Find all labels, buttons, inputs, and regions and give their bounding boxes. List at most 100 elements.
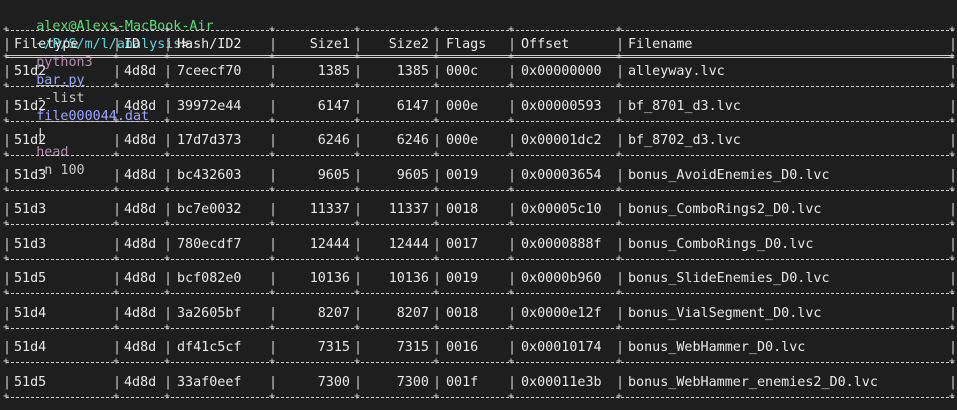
border-corner: + bbox=[433, 114, 440, 126]
row-separator: + + + + + + + + + bbox=[3, 218, 955, 229]
column-header: Flags bbox=[446, 37, 487, 52]
table-row[interactable]: | | | | | | | | | 51d2 4d8d 39972e44 6147 6147 000e 0x0… bbox=[3, 98, 957, 116]
table-header-row: | | | | | | | | | Filetype ID Hash/ID2 Size1 Size2 Fla… bbox=[3, 36, 957, 54]
table-row[interactable]: | | | | | | | | | 51d3 4d8d 780ecdf7 12444 12444 0017 0… bbox=[3, 236, 957, 254]
border-corner: + bbox=[354, 149, 361, 160]
column-separator: | bbox=[616, 305, 625, 321]
column-separator: | bbox=[164, 202, 173, 217]
column-separator: | bbox=[616, 64, 625, 79]
border-corner: + bbox=[164, 287, 171, 298]
column-separator: | bbox=[113, 236, 122, 252]
table-cell: 0019 bbox=[446, 271, 479, 286]
column-separator: | bbox=[508, 340, 517, 355]
border-corner: + bbox=[164, 51, 171, 62]
terminal-window[interactable]: alex@Alexs-MacBook-Air ~/P/S/m/l/analysi… bbox=[2, 0, 957, 410]
column-separator: | bbox=[433, 167, 442, 183]
table-cell: 51d3 bbox=[14, 167, 47, 183]
column-separator: | bbox=[508, 133, 517, 148]
row-separator: + + + + + + + + + bbox=[3, 252, 955, 264]
border-corner: + bbox=[949, 287, 956, 298]
column-separator: | bbox=[508, 98, 517, 114]
column-separator: | bbox=[113, 374, 122, 390]
column-separator: | bbox=[3, 167, 12, 183]
border-corner: + bbox=[949, 149, 956, 160]
table-cell: bcf082e0 bbox=[177, 271, 242, 286]
border-corner: + bbox=[354, 183, 361, 195]
table-row[interactable]: | | | | | | | | | 51d3 4d8d bc432603 9605 9605 0019 0x0… bbox=[3, 167, 957, 185]
border-corner: + bbox=[433, 80, 440, 91]
table-cell: 51d5 bbox=[14, 374, 47, 390]
border-corner: + bbox=[433, 356, 440, 367]
border-corner: + bbox=[616, 252, 623, 264]
column-separator: | bbox=[433, 305, 442, 321]
border-corner: + bbox=[354, 321, 361, 333]
column-separator: | bbox=[3, 340, 12, 355]
column-header: Size2 bbox=[388, 37, 429, 52]
border-corner: + bbox=[3, 356, 10, 367]
table-cell: 001f bbox=[446, 374, 479, 390]
border-corner: + bbox=[3, 183, 10, 195]
column-separator: | bbox=[113, 271, 122, 286]
column-header: Hash/ID2 bbox=[177, 37, 242, 52]
column-separator: | bbox=[949, 133, 957, 148]
table-row[interactable]: | | | | | | | | | 51d5 4d8d bcf082e0 10136 10136 0019 0… bbox=[3, 270, 957, 288]
table-cell: 1385 bbox=[317, 64, 350, 79]
border-corner: + bbox=[354, 51, 361, 62]
column-header: Offset bbox=[521, 37, 570, 52]
column-separator: | bbox=[164, 271, 173, 286]
column-separator: | bbox=[616, 340, 625, 355]
border-corner: + bbox=[113, 218, 120, 229]
border-corner: + bbox=[616, 321, 623, 333]
table-row[interactable]: | | | | | | | | | 51d2 4d8d 17d7d373 6246 6246 000e 0x0… bbox=[3, 132, 957, 150]
table-cell: bc432603 bbox=[177, 167, 242, 183]
table-row[interactable]: | | | | | | | | | 51d2 4d8d 7ceecf70 1385 1385 000c 0x0… bbox=[3, 63, 957, 81]
table-cell: df41c5cf bbox=[177, 340, 242, 355]
table-row[interactable]: | | | | | | | | | 51d5 4d8d 33af0eef 7300 7300 001f 0x0… bbox=[3, 374, 957, 392]
command-line: alex@Alexs-MacBook-Air ~/P/S/m/l/analysi… bbox=[4, 0, 213, 178]
table-cell: 8207 bbox=[396, 305, 429, 321]
column-separator: | bbox=[616, 236, 625, 252]
column-header: ID bbox=[124, 37, 141, 52]
border-corner: + bbox=[433, 321, 440, 333]
table-cell: 9605 bbox=[396, 167, 429, 183]
table-cell: 4d8d bbox=[124, 374, 157, 390]
table-cell: 11337 bbox=[309, 202, 350, 217]
border-corner: + bbox=[616, 390, 623, 402]
table-row[interactable]: | | | | | | | | | 51d3 4d8d bc7e0032 11337 11337 0018 0… bbox=[3, 201, 957, 219]
table-cell: 0x00010174 bbox=[521, 340, 602, 355]
border-corner: + bbox=[164, 390, 171, 402]
border-corner: + bbox=[3, 149, 10, 160]
table-cell: 8207 bbox=[317, 305, 350, 321]
border-corner: + bbox=[113, 390, 120, 402]
column-separator: | bbox=[113, 133, 122, 148]
border-corner: + bbox=[269, 149, 276, 160]
table-cell: 000e bbox=[446, 133, 479, 148]
column-header: Filetype bbox=[14, 37, 79, 52]
border-corner: + bbox=[3, 114, 10, 126]
column-separator: | bbox=[164, 236, 173, 252]
column-separator: | bbox=[508, 305, 517, 321]
border-corner: + bbox=[616, 114, 623, 126]
column-separator: | bbox=[113, 202, 122, 217]
table-cell: 4d8d bbox=[124, 305, 157, 321]
column-separator: | bbox=[3, 202, 12, 217]
column-separator: | bbox=[949, 167, 957, 183]
border-corner: + bbox=[269, 252, 276, 264]
border-corner: + bbox=[949, 24, 956, 35]
border-corner: + bbox=[949, 114, 956, 126]
border-corner: + bbox=[508, 321, 515, 333]
border-corner: + bbox=[508, 114, 515, 126]
border-corner: + bbox=[164, 321, 171, 333]
table-cell: 0x0000888f bbox=[521, 236, 602, 252]
table-row[interactable]: | | | | | | | | | 51d4 4d8d df41c5cf 7315 7315 0016 0x0… bbox=[3, 339, 957, 357]
table-cell: 4d8d bbox=[124, 271, 157, 286]
row-separator: + + + + + + + + + bbox=[3, 114, 956, 126]
border-corner: + bbox=[949, 390, 956, 402]
table-cell: 10136 bbox=[388, 271, 429, 286]
border-corner: + bbox=[354, 287, 361, 298]
column-separator: | bbox=[433, 202, 442, 217]
column-separator: | bbox=[949, 98, 957, 114]
table-row[interactable]: | | | | | | | | | 51d4 4d8d 3a2605bf 8207 8207 0018 0x0… bbox=[3, 305, 957, 323]
table-cell: 0019 bbox=[446, 167, 479, 183]
table-cell: 4d8d bbox=[124, 133, 157, 148]
